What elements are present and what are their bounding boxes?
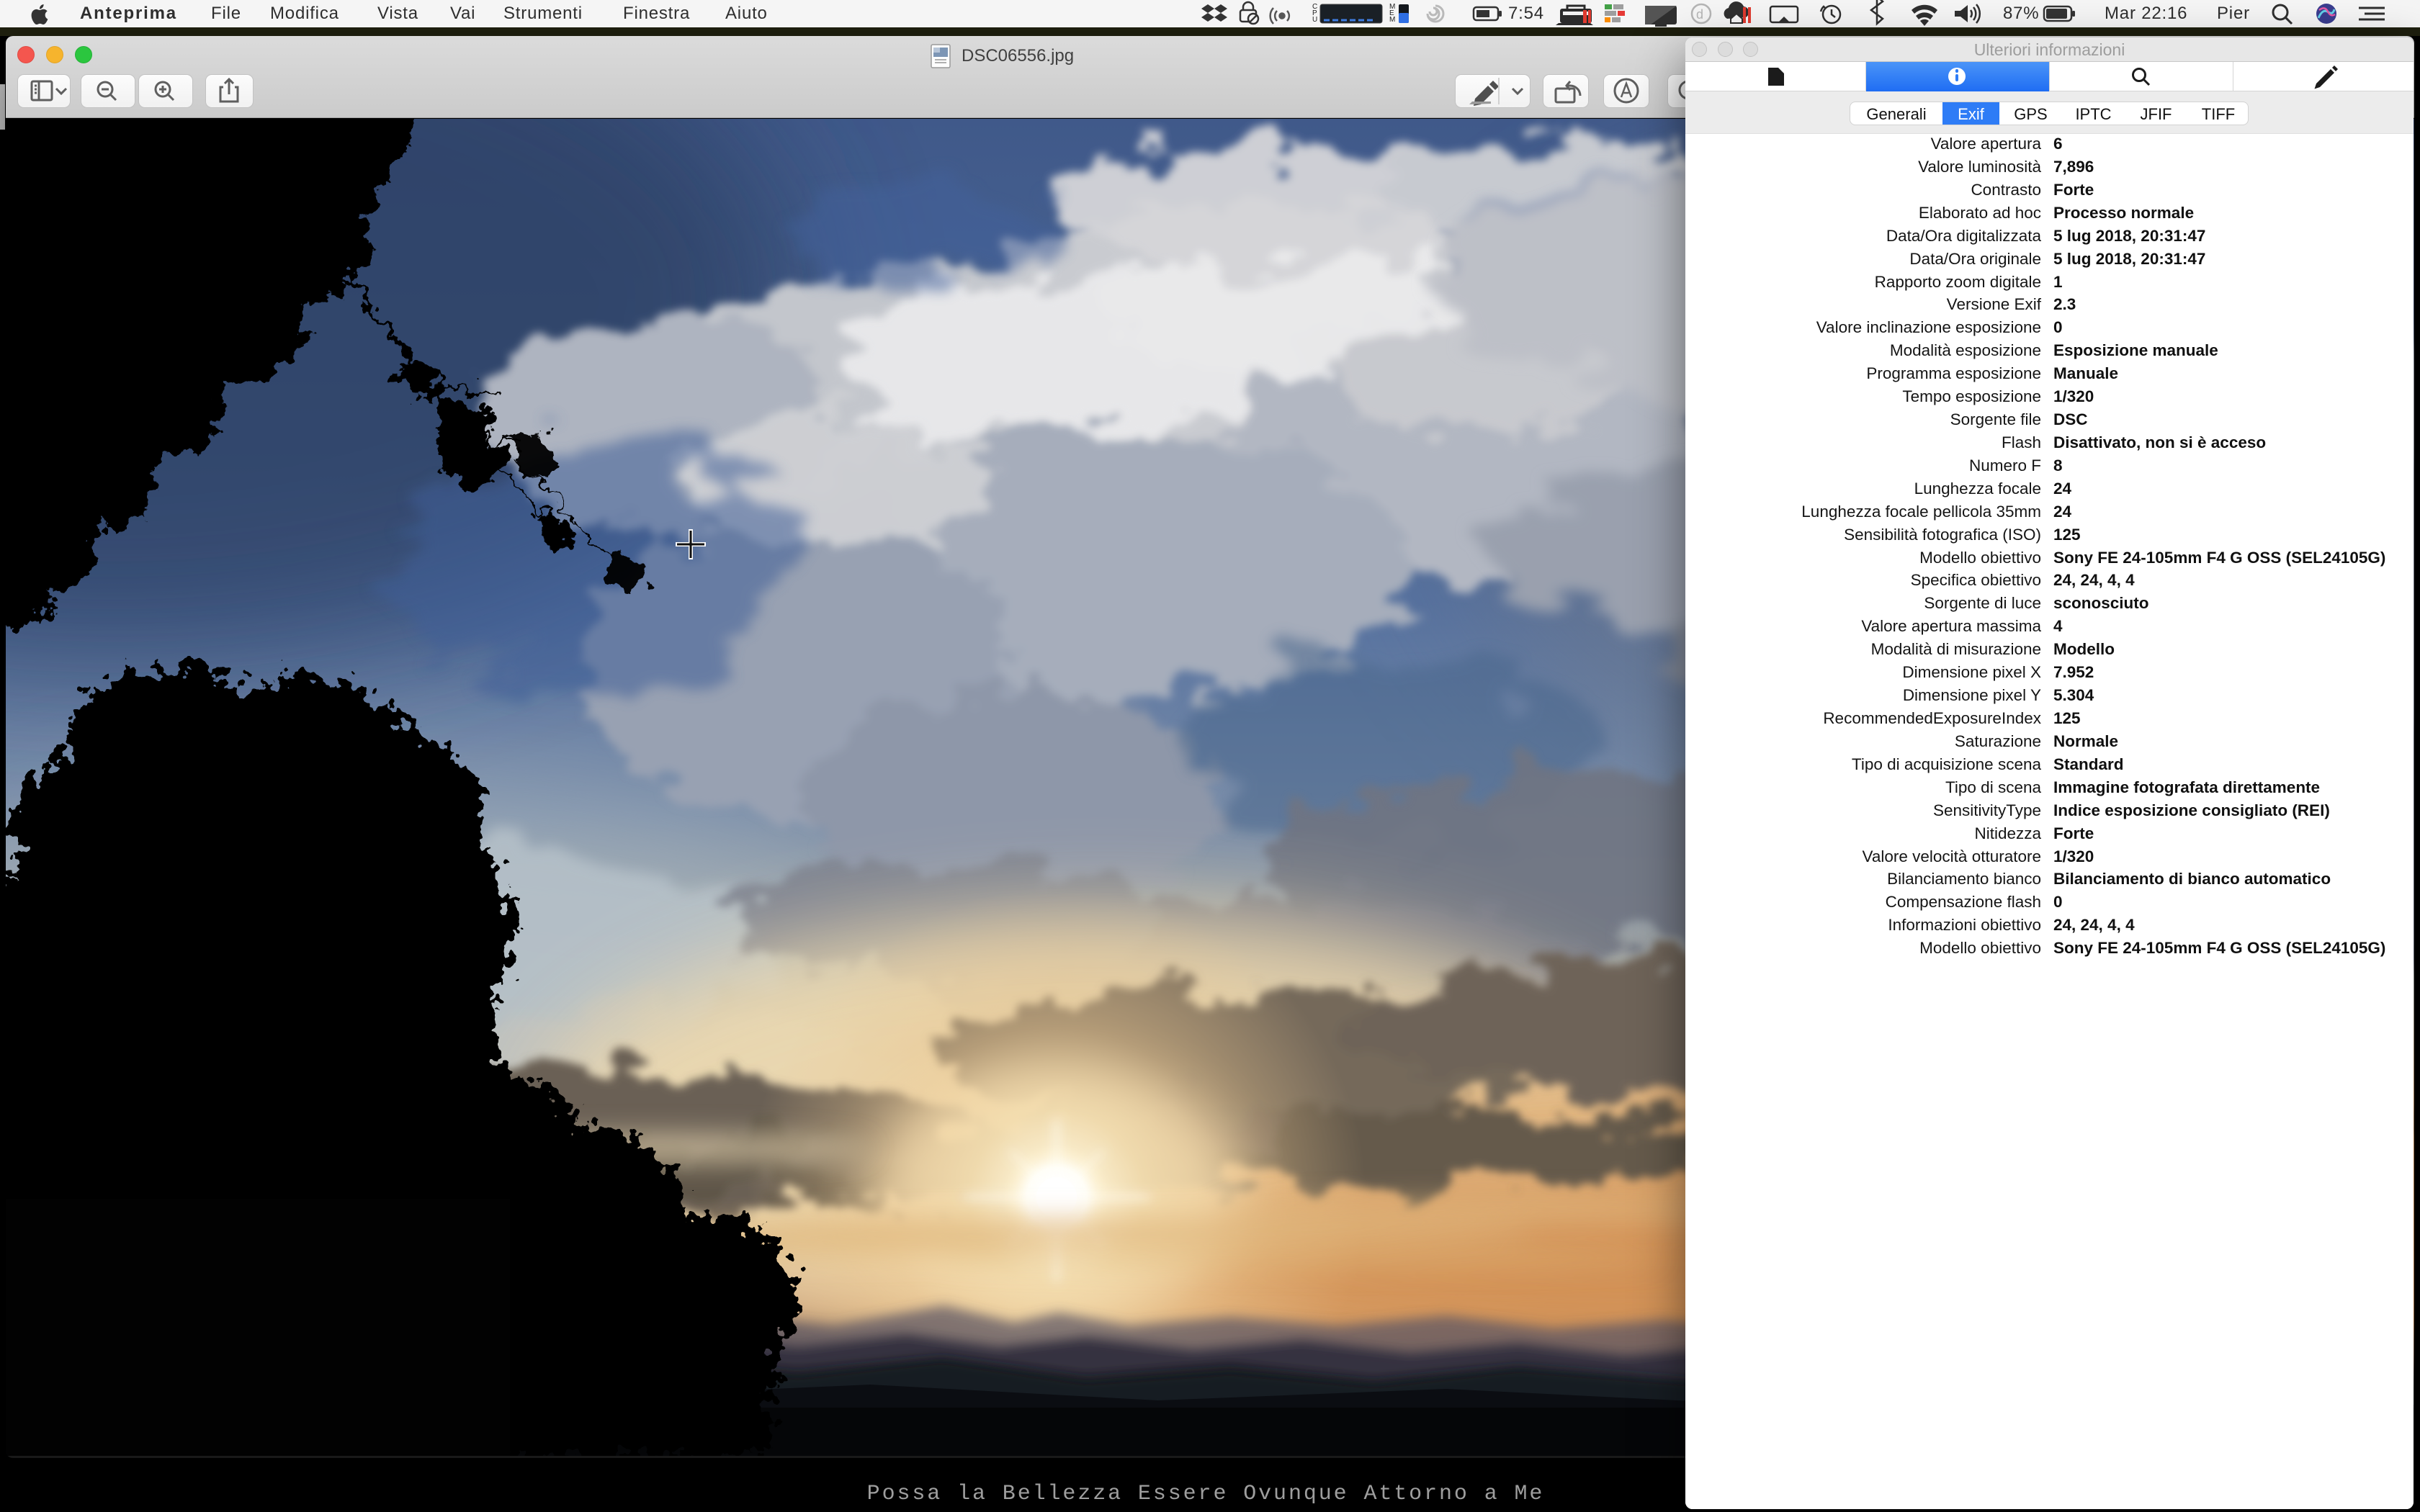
svg-text:M: M [1389, 16, 1396, 24]
svg-text:d: d [1696, 7, 1704, 22]
svg-text:U: U [1312, 16, 1318, 24]
